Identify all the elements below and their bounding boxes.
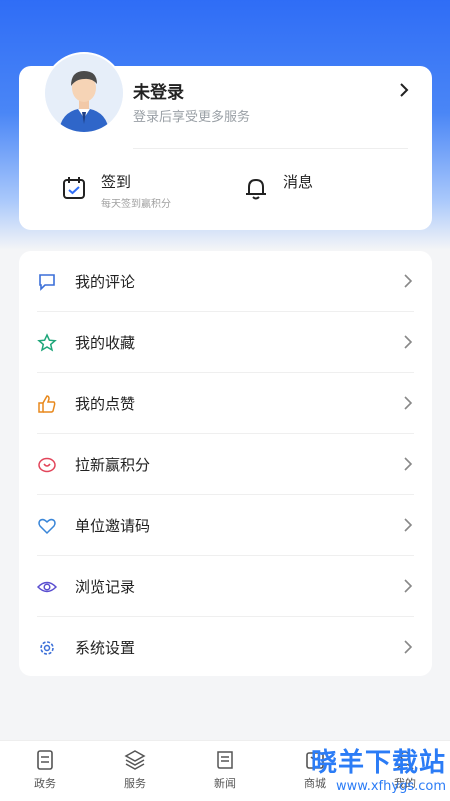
tab-label: 服务 [124,777,146,790]
chevron-right-icon [404,335,413,349]
messages-button[interactable]: 消息 [243,169,403,213]
watermark-url: www.xfhygs.com [336,779,446,794]
chevron-right-icon [404,640,413,654]
menu-item-label: 我的收藏 [75,334,136,352]
menu-item-label: 我的点赞 [75,395,136,413]
watermark-title: 晓羊下载站 [310,748,446,778]
chevron-right-icon [404,457,413,471]
menu-list: 我的评论 我的收藏 我的点赞 拉新赢积分 单位邀请码 浏览记录 系统设置 [19,251,432,676]
chevron-right-icon[interactable] [396,82,412,98]
tab-label: 新闻 [214,777,236,790]
login-subtitle: 登录后享受更多服务 [133,110,251,125]
menu-item-label: 拉新赢积分 [75,456,151,474]
menu-item-label: 系统设置 [75,639,136,657]
sign-in-label: 签到 [101,173,132,191]
calendar-check-icon [63,177,85,199]
profile-card: 未登录 登录后享受更多服务 签到 每天签到赢积分 消息 [19,52,432,230]
newspaper-icon [217,751,233,769]
eye-icon [37,581,57,593]
menu-item-settings[interactable]: 系统设置 [19,617,432,678]
tab-news[interactable]: 新闻 [190,749,260,797]
menu-item-likes[interactable]: 我的点赞 [19,373,432,434]
menu-item-label: 浏览记录 [75,578,136,596]
document-icon [37,750,53,770]
tab-services[interactable]: 服务 [100,749,170,797]
comment-icon [39,274,55,291]
heart-icon [38,518,56,535]
chevron-right-icon [404,396,413,410]
divider [133,148,408,149]
menu-item-label: 单位邀请码 [75,517,151,535]
chevron-right-icon [404,579,413,593]
tab-label: 政务 [34,777,56,790]
login-title[interactable]: 未登录 [133,78,184,103]
sign-in-subtitle: 每天签到赢积分 [101,199,171,210]
watermark: 晓羊下载站 www.xfhygs.com [311,750,446,793]
menu-item-history[interactable]: 浏览记录 [19,556,432,617]
sign-in-button[interactable]: 签到 每天签到赢积分 [61,169,221,213]
gift-icon [38,457,56,473]
avatar[interactable] [43,52,125,134]
menu-item-referral-points[interactable]: 拉新赢积分 [19,434,432,495]
star-icon [37,333,57,352]
bell-icon [246,178,266,200]
chevron-right-icon [404,518,413,532]
tab-government[interactable]: 政务 [10,749,80,797]
menu-item-comments[interactable]: 我的评论 [19,251,432,312]
chevron-right-icon [404,274,413,288]
gear-icon [40,641,54,655]
menu-item-invite-code[interactable]: 单位邀请码 [19,495,432,556]
messages-label: 消息 [283,173,314,191]
thumbs-up-icon [38,395,56,413]
menu-item-label: 我的评论 [75,273,136,291]
layers-icon [124,750,146,770]
menu-item-favorites[interactable]: 我的收藏 [19,312,432,373]
